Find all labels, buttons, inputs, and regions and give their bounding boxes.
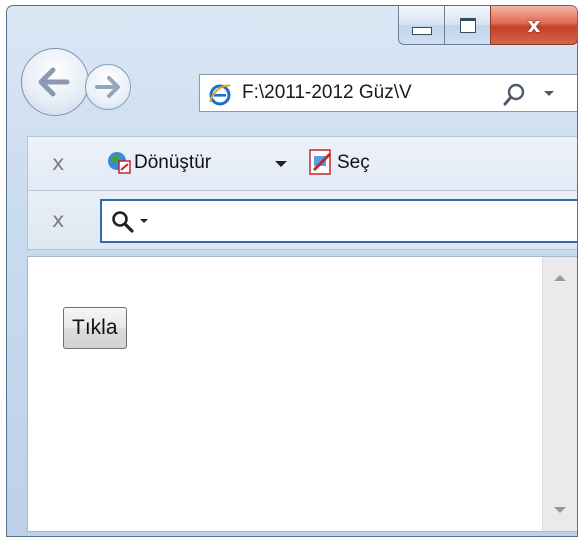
select-pdf-icon [309, 149, 332, 175]
close-toolbar-button[interactable]: x [52, 151, 64, 175]
convert-icon [108, 152, 131, 174]
address-bar[interactable]: F:\2011-2012 Güz\V [199, 74, 577, 112]
scroll-down-icon[interactable] [554, 507, 566, 513]
magnifier-icon[interactable] [502, 81, 528, 107]
forward-button[interactable] [85, 64, 131, 110]
chevron-down-icon[interactable] [544, 91, 554, 96]
chevron-down-icon[interactable] [275, 161, 287, 167]
scroll-up-icon[interactable] [554, 275, 566, 281]
forward-arrow-icon [95, 76, 120, 98]
caption-buttons: x [398, 6, 577, 47]
address-text: F:\2011-2012 Güz\V [242, 82, 412, 103]
tikla-button[interactable]: Tıkla [63, 307, 127, 349]
chevron-down-icon[interactable] [140, 219, 148, 223]
back-button[interactable] [21, 48, 89, 116]
magnifier-icon[interactable] [110, 209, 136, 235]
internet-explorer-icon [209, 84, 231, 106]
maximize-icon [459, 17, 476, 33]
minimize-icon [411, 27, 432, 35]
close-icon: x [527, 13, 541, 37]
vertical-scrollbar[interactable] [542, 257, 577, 531]
page-content: Tıkla [27, 256, 577, 532]
convert-button[interactable]: Dönüştür [134, 152, 211, 174]
maximize-button[interactable] [444, 6, 490, 45]
close-search-toolbar-button[interactable]: x [52, 208, 64, 232]
browser-window: x F:\2011-2012 Güz\V x Dönüştür Seç x Tı… [6, 5, 578, 537]
close-button[interactable]: x [490, 6, 577, 45]
back-arrow-icon [38, 67, 70, 97]
search-toolbar: x [27, 190, 577, 250]
select-button[interactable]: Seç [337, 152, 370, 174]
minimize-button[interactable] [398, 6, 444, 45]
search-input[interactable] [100, 199, 577, 243]
command-toolbar: x Dönüştür Seç [27, 136, 577, 190]
